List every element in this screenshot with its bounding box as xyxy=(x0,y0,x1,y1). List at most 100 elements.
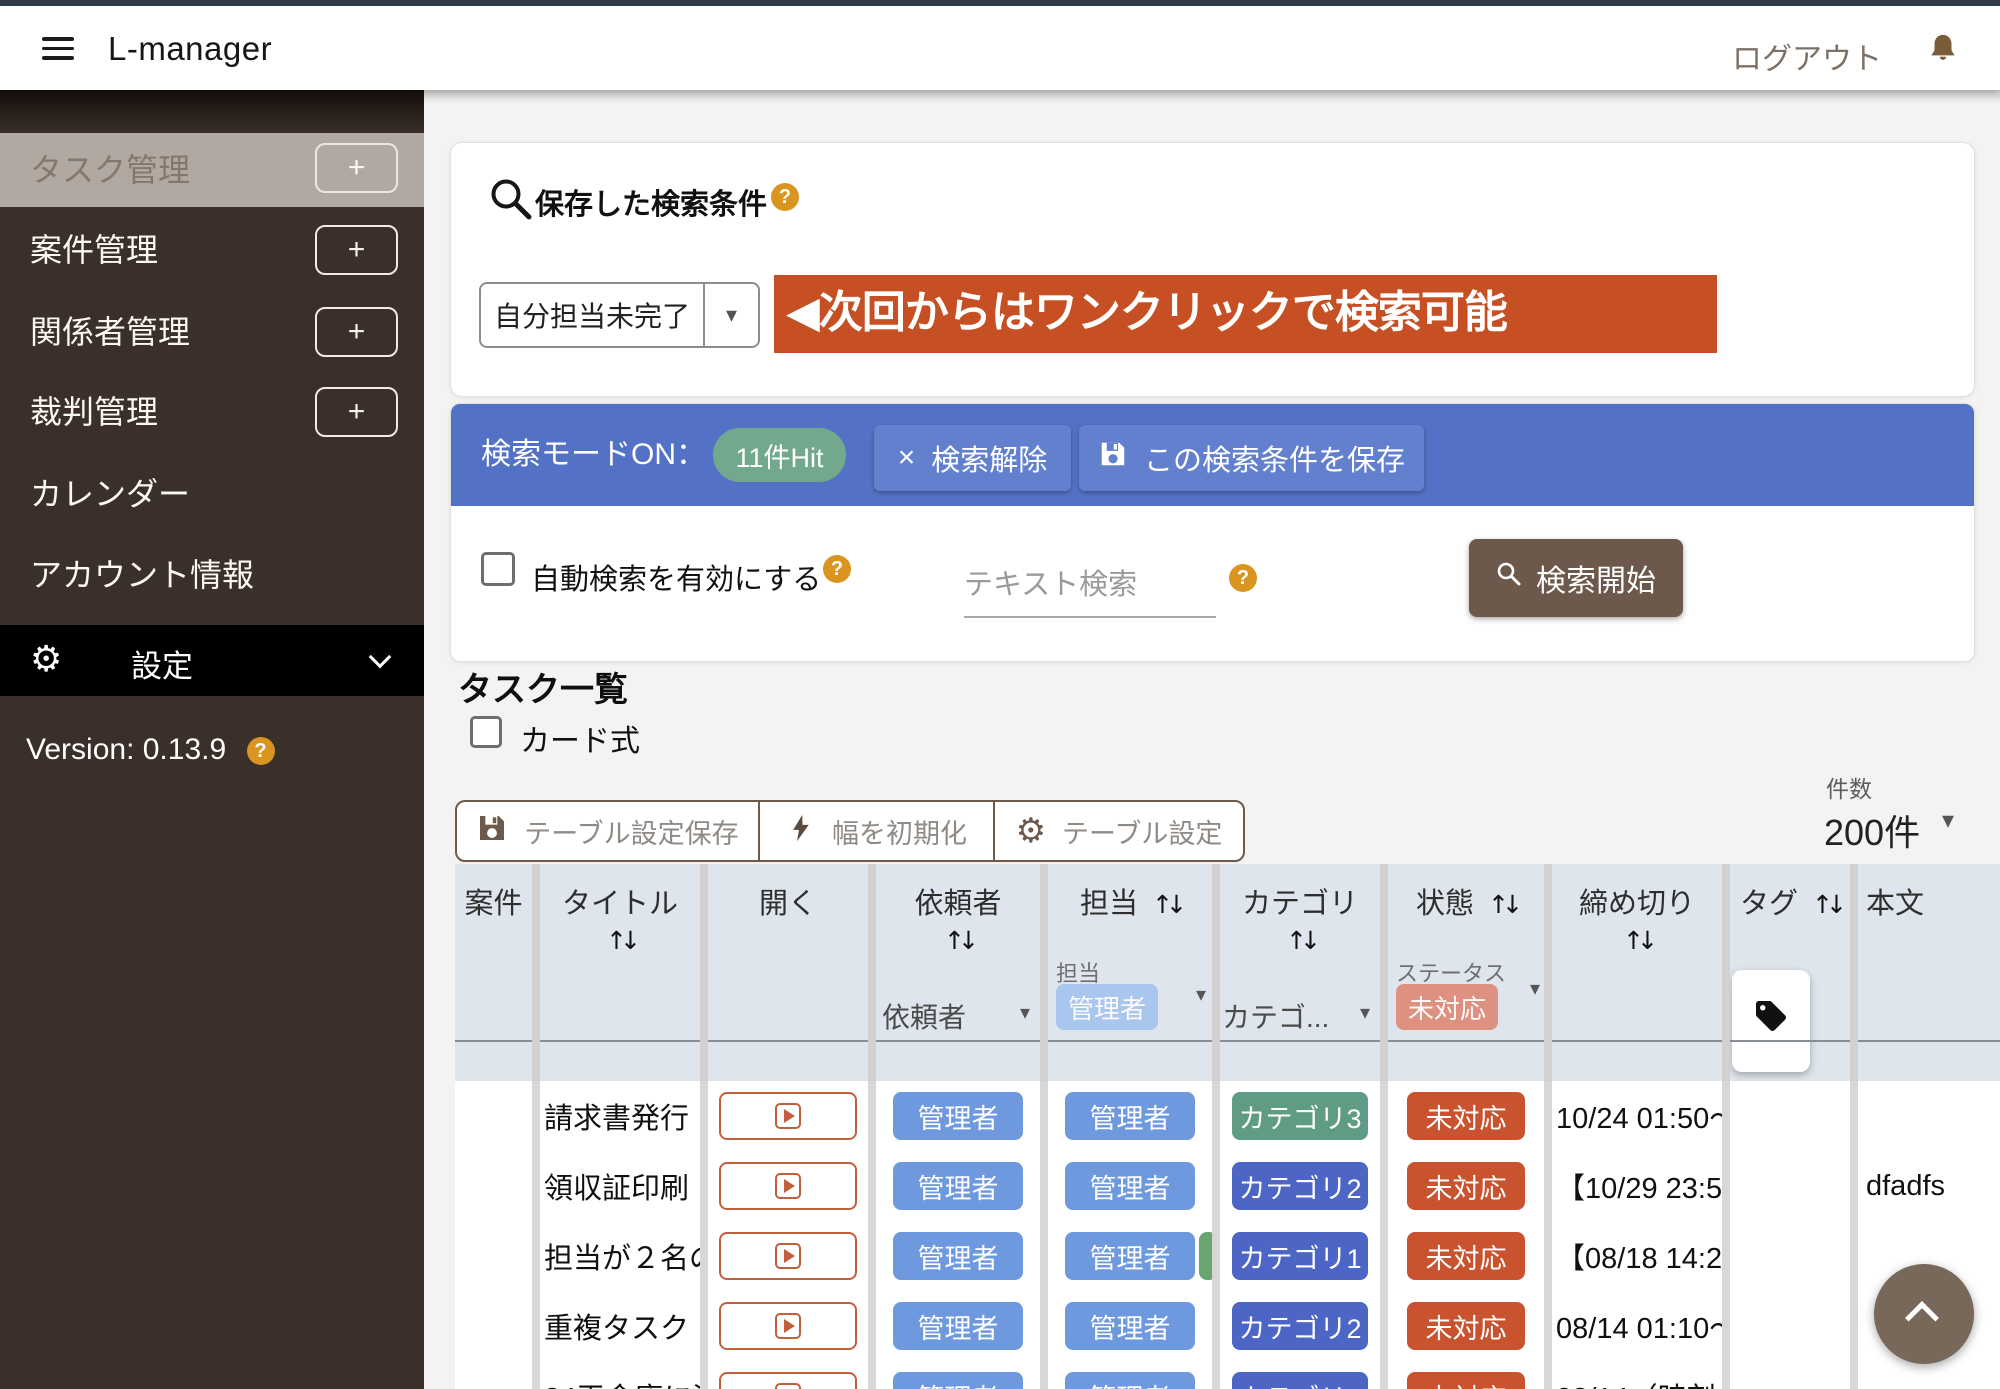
open-task-button[interactable] xyxy=(719,1162,857,1210)
table-row: 重複タスク 管理者 管理者 カテゴリ2 未対応 08/14 01:10～ xyxy=(455,1291,2000,1361)
search-icon xyxy=(489,177,535,228)
sidebar-item-calendar[interactable]: カレンダー xyxy=(0,457,424,531)
sort-icon[interactable]: ↑↓ xyxy=(1552,926,1722,955)
status-chip[interactable]: 未対応 xyxy=(1407,1162,1525,1210)
status-chip[interactable]: 未対応 xyxy=(1407,1302,1525,1350)
row-count-value: 200件 xyxy=(1820,804,1980,856)
table-body: 請求書発行 管理者 管理者 カテゴリ3 未対応 10/24 01:50～ 領収証… xyxy=(455,1081,2000,1389)
category-chip[interactable]: カテゴリ1 xyxy=(1232,1232,1367,1280)
category-chip[interactable]: カテゴリ2 xyxy=(1232,1302,1367,1350)
task-title: 請求書発行 xyxy=(540,1095,689,1137)
add-task-button[interactable]: + xyxy=(315,143,398,193)
requester-chip[interactable]: 管理者 xyxy=(893,1092,1023,1140)
assignee-chip[interactable]: 管理者 xyxy=(1065,1232,1195,1280)
sort-icon: ↑↓ xyxy=(1812,890,1840,919)
row-count-label: 件数 xyxy=(1820,770,1980,804)
open-task-button[interactable] xyxy=(719,1092,857,1140)
search-mode-bar: 検索モードON： 11件Hit × 検索解除 この検索 xyxy=(451,404,1974,506)
help-icon[interactable]: ? xyxy=(823,555,851,583)
text-search-input[interactable] xyxy=(964,554,1216,618)
open-task-button[interactable] xyxy=(719,1302,857,1350)
sort-icon[interactable]: ↑↓ xyxy=(1220,926,1380,955)
sidebar-item-settings[interactable]: ⚙ 設定 xyxy=(0,625,424,696)
assignee-chip[interactable]: 管理者 xyxy=(1065,1162,1195,1210)
requester-chip[interactable]: 管理者 xyxy=(893,1232,1023,1280)
app-bar: L-manager ログアウト xyxy=(0,6,2000,90)
status-chip[interactable]: 未対応 xyxy=(1407,1092,1525,1140)
category-chip[interactable]: カテゴリ2 xyxy=(1232,1162,1367,1210)
save-search-button[interactable]: この検索条件を保存 xyxy=(1079,425,1424,491)
floppy-icon xyxy=(1098,439,1128,477)
caret-down-icon: ▾ xyxy=(1942,806,1954,834)
clear-search-button[interactable]: × 検索解除 xyxy=(874,425,1071,491)
category-chip[interactable]: カテゴリ3 xyxy=(1232,1092,1367,1140)
hamburger-menu-icon[interactable] xyxy=(42,37,74,61)
play-icon xyxy=(775,1383,801,1389)
open-task-button[interactable] xyxy=(719,1372,857,1389)
start-search-button[interactable]: 検索開始 xyxy=(1469,539,1683,617)
second-assignee-chip[interactable] xyxy=(1199,1232,1212,1280)
caret-down-icon[interactable]: ▾ xyxy=(1196,982,1206,1006)
column-header-deadline: 締め切り ↑↓ xyxy=(1552,864,1722,1081)
add-trial-button[interactable]: + xyxy=(315,387,398,437)
assignee-chip[interactable]: 管理者 xyxy=(1065,1092,1195,1140)
logout-link[interactable]: ログアウト xyxy=(1732,34,1882,78)
caret-down-icon: ▾ xyxy=(1360,1000,1370,1024)
category-filter-select[interactable]: カテゴ... ▾ xyxy=(1222,996,1376,1036)
tag-icon xyxy=(1753,998,1789,1039)
tag-filter-button[interactable] xyxy=(1732,970,1810,1072)
assignee-chip[interactable]: 管理者 xyxy=(1065,1372,1195,1389)
column-header-tag: タグ↑↓ xyxy=(1730,864,1850,1081)
saved-search-preset-dropdown[interactable]: 自分担当未完了 ▾ xyxy=(479,282,760,348)
scroll-to-top-button[interactable] xyxy=(1874,1264,1974,1364)
requester-chip[interactable]: 管理者 xyxy=(893,1302,1023,1350)
deadline: 10/24 01:50～ xyxy=(1552,1095,1722,1137)
task-list-heading: タスク一覧 xyxy=(458,662,628,711)
table-header: 案件 タイトル ↑↓ 開く 依頼者 ↑↓ 依頼者 ▾ xyxy=(455,864,2000,1081)
assignee-filter-chip[interactable]: 管理者 xyxy=(1056,984,1158,1030)
table-row: 領収証印刷 管理者 管理者 カテゴリ2 未対応 【10/29 23:59 dfa… xyxy=(455,1151,2000,1221)
sort-icon[interactable]: ↑↓ xyxy=(876,926,1040,955)
requester-chip[interactable]: 管理者 xyxy=(893,1372,1023,1389)
card-view-label: カード式 xyxy=(520,716,640,760)
gear-icon: ⚙ xyxy=(1016,814,1046,848)
help-icon[interactable]: ? xyxy=(1229,564,1257,592)
requester-chip[interactable]: 管理者 xyxy=(893,1162,1023,1210)
task-title: 24平倉庫に清 xyxy=(540,1375,700,1389)
sidebar-item-account-info[interactable]: アカウント情報 xyxy=(0,538,424,612)
status-chip[interactable]: 未対応 xyxy=(1407,1372,1525,1389)
card-view-checkbox[interactable] xyxy=(470,716,502,748)
notification-bell-icon[interactable] xyxy=(1926,32,1960,71)
sort-icon: ↑↓ xyxy=(1488,890,1516,919)
auto-search-checkbox[interactable] xyxy=(481,552,515,586)
table-settings-button[interactable]: ⚙ テーブル設定 xyxy=(993,802,1243,860)
assignee-chip[interactable]: 管理者 xyxy=(1065,1302,1195,1350)
deadline: 08/14（時刻 xyxy=(1552,1375,1716,1389)
gear-icon: ⚙ xyxy=(30,639,62,680)
floppy-icon xyxy=(476,812,508,851)
saved-search-card: 保存した検索条件 ? 自分担当未完了 ▾ ◀次回からはワンクリックで検索可能 xyxy=(450,142,1975,397)
column-header-title: タイトル ↑↓ xyxy=(540,864,700,1081)
table-row: 請求書発行 管理者 管理者 カテゴリ3 未対応 10/24 01:50～ xyxy=(455,1081,2000,1151)
save-table-settings-button[interactable]: テーブル設定保存 xyxy=(457,802,758,860)
add-case-button[interactable]: + xyxy=(315,225,398,275)
help-icon[interactable]: ? xyxy=(247,737,275,765)
sort-icon[interactable]: ↑↓ xyxy=(540,926,700,955)
open-task-button[interactable] xyxy=(719,1232,857,1280)
caret-down-icon[interactable]: ▾ xyxy=(1530,976,1540,1000)
lightning-icon xyxy=(786,813,816,850)
row-count-select[interactable]: 件数 200件 ▾ xyxy=(1820,770,1980,856)
requester-filter-select[interactable]: 依頼者 ▾ xyxy=(882,996,1036,1036)
main-content: 保存した検索条件 ? 自分担当未完了 ▾ ◀次回からはワンクリックで検索可能 検… xyxy=(424,90,2000,1389)
help-icon[interactable]: ? xyxy=(771,183,799,211)
reset-width-button[interactable]: 幅を初期化 xyxy=(758,802,993,860)
category-chip[interactable]: カテゴリ2 xyxy=(1232,1372,1367,1389)
deadline: 【10/29 23:59 xyxy=(1552,1165,1722,1207)
status-filter-chip[interactable]: 未対応 xyxy=(1396,984,1498,1030)
column-header-open: 開く xyxy=(708,864,868,1081)
add-party-button[interactable]: + xyxy=(315,307,398,357)
table-row: 24平倉庫に清 管理者 管理者 カテゴリ2 未対応 08/14（時刻 xyxy=(455,1361,2000,1389)
status-chip[interactable]: 未対応 xyxy=(1407,1232,1525,1280)
column-header-requester: 依頼者 ↑↓ 依頼者 ▾ xyxy=(876,864,1040,1081)
deadline: 08/14 01:10～ xyxy=(1552,1305,1722,1347)
